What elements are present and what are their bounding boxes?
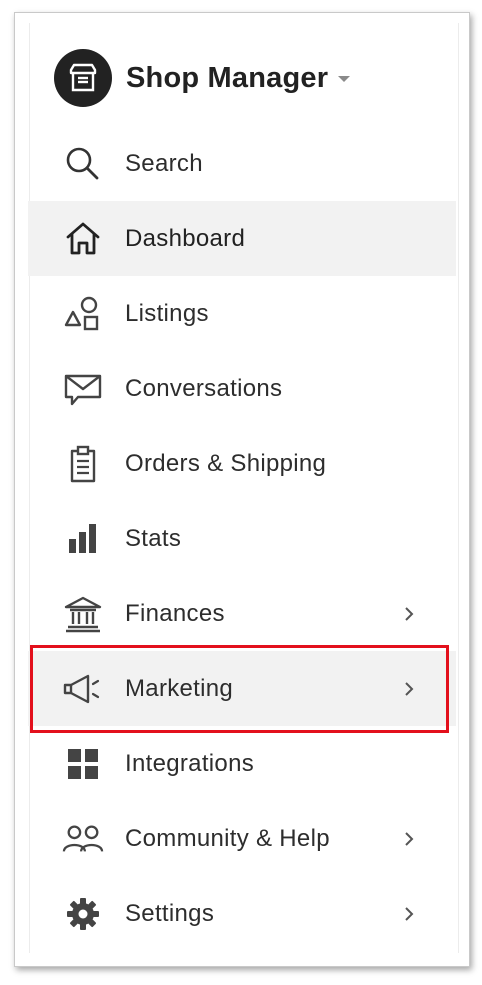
sidebar-item-label: Stats <box>125 524 182 552</box>
sidebar-item-label: Listings <box>125 299 209 327</box>
grid-icon <box>62 743 104 785</box>
bar-chart-icon <box>62 518 104 560</box>
sidebar-item-community-help[interactable]: Community & Help <box>28 801 456 876</box>
sidebar-item-stats[interactable]: Stats <box>28 501 456 576</box>
sidebar-item-label: Search <box>125 149 203 177</box>
sidebar-item-marketing[interactable]: Marketing <box>28 651 456 726</box>
shop-manager-title: Shop Manager <box>126 61 329 94</box>
sidebar-item-integrations[interactable]: Integrations <box>28 726 456 801</box>
sidebar-item-label: Community & Help <box>125 824 330 852</box>
sidebar-item-dashboard[interactable]: Dashboard <box>28 201 456 276</box>
search-icon <box>62 143 104 185</box>
gear-icon <box>62 893 104 935</box>
chevron-right-icon <box>402 906 416 922</box>
bank-icon <box>62 593 104 635</box>
sidebar-item-label: Finances <box>125 599 225 627</box>
envelope-icon <box>62 368 104 410</box>
sidebar-item-label: Integrations <box>125 749 255 777</box>
shop-manager-header[interactable]: Shop Manager <box>54 49 351 107</box>
chevron-right-icon <box>402 606 416 622</box>
chevron-down-icon[interactable] <box>338 76 351 82</box>
sidebar-item-label: Dashboard <box>125 224 246 252</box>
chevron-right-icon <box>402 831 416 847</box>
sidebar-item-listings[interactable]: Listings <box>28 276 456 351</box>
sidebar-item-label: Orders & Shipping <box>125 449 327 477</box>
chevron-right-icon <box>402 681 416 697</box>
storefront-icon <box>54 49 112 107</box>
sidebar-item-conversations[interactable]: Conversations <box>28 351 456 426</box>
shapes-icon <box>62 293 104 335</box>
home-icon <box>62 218 104 260</box>
sidebar-item-label: Marketing <box>125 674 234 702</box>
sidebar-item-search[interactable]: Search <box>28 126 456 201</box>
sidebar-item-settings[interactable]: Settings <box>28 876 456 951</box>
sidebar-item-label: Settings <box>125 899 215 927</box>
sidebar-item-label: Conversations <box>125 374 283 402</box>
sidebar-nav: Search Dashboard Listings Conversations … <box>28 126 456 951</box>
sidebar-item-orders-shipping[interactable]: Orders & Shipping <box>28 426 456 501</box>
people-icon <box>62 818 104 860</box>
megaphone-icon <box>62 668 104 710</box>
clipboard-icon <box>62 443 104 485</box>
sidebar-item-finances[interactable]: Finances <box>28 576 456 651</box>
